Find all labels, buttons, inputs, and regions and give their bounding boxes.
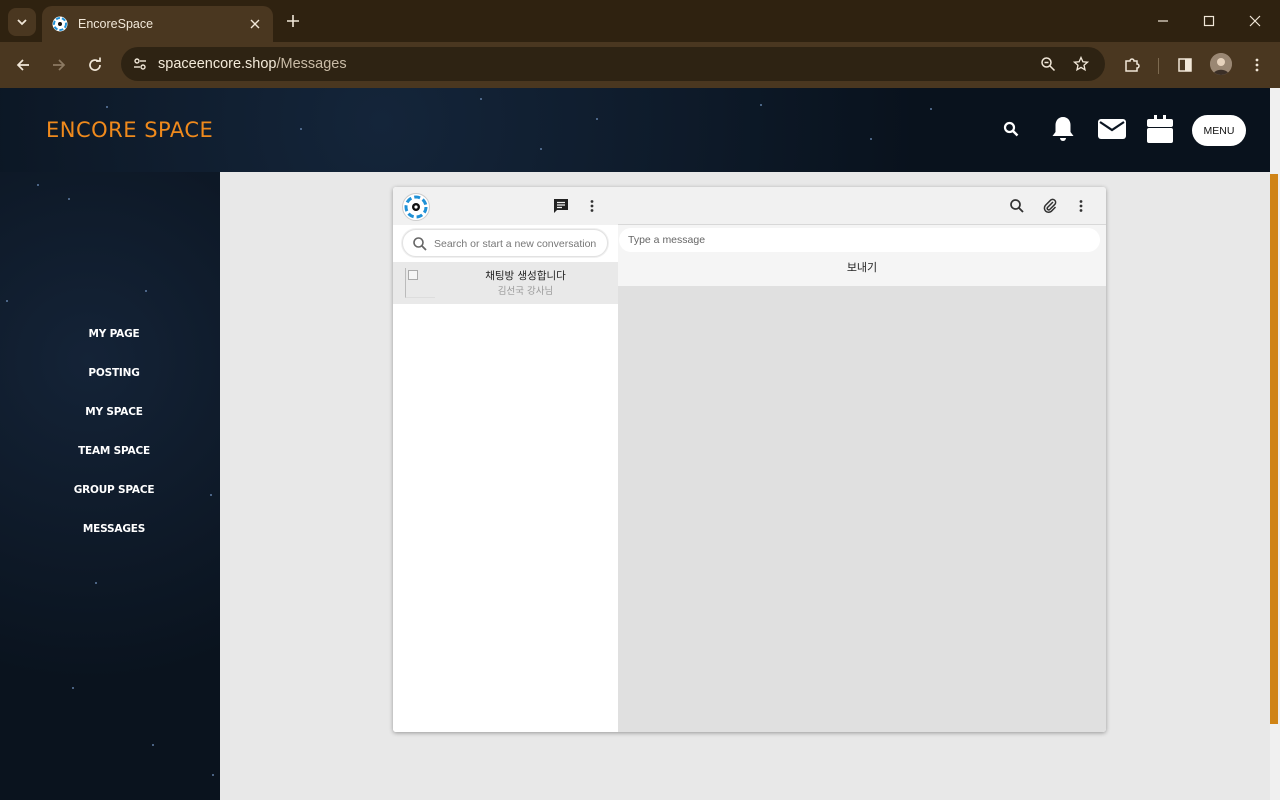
encore-logo-icon bbox=[404, 195, 428, 219]
side-panel-button[interactable] bbox=[1173, 53, 1197, 77]
star-icon bbox=[1073, 56, 1089, 72]
arrow-right-icon bbox=[53, 59, 66, 71]
search-icon bbox=[1010, 199, 1024, 213]
mail-icon bbox=[1098, 119, 1126, 139]
message-panel: 보내기 bbox=[618, 187, 1106, 732]
site-logo[interactable]: ENCORE SPACE bbox=[46, 118, 213, 142]
browser-menu-button[interactable] bbox=[1245, 53, 1269, 77]
send-button[interactable]: 보내기 bbox=[618, 255, 1106, 279]
reload-button[interactable] bbox=[81, 51, 109, 79]
forward-button[interactable] bbox=[45, 51, 73, 79]
arrow-left-icon bbox=[16, 59, 29, 71]
reload-icon bbox=[89, 57, 101, 71]
side-panel-icon bbox=[1178, 58, 1192, 72]
conversation-list-item[interactable]: 채팅방 생성합니다 김선국 강사님 bbox=[393, 262, 618, 304]
conversation-subtitle: 김선국 강사님 bbox=[497, 286, 554, 297]
extensions-button[interactable] bbox=[1120, 53, 1144, 77]
chat-window: 채팅방 생성합니다 김선국 강사님 보내기 bbox=[393, 187, 1106, 732]
message-search-button[interactable] bbox=[1006, 195, 1028, 217]
menu-button[interactable]: MENU bbox=[1192, 115, 1246, 146]
calendar-icon bbox=[1147, 115, 1173, 143]
puzzle-icon bbox=[1125, 58, 1140, 72]
chat-icon bbox=[554, 199, 568, 213]
encore-favicon-icon bbox=[52, 16, 68, 32]
search-icon bbox=[413, 237, 427, 251]
zoom-button[interactable] bbox=[1036, 52, 1060, 76]
sidebar-item-group-space[interactable]: GROUP SPACE bbox=[0, 484, 228, 496]
conversation-search bbox=[402, 229, 608, 257]
paperclip-icon bbox=[1043, 198, 1057, 214]
page-viewport: ENCORE SPACE MENU MY PAGE POSTING MY SPA… bbox=[0, 88, 1280, 800]
site-header: ENCORE SPACE MENU bbox=[0, 88, 1270, 172]
zoom-out-icon bbox=[1041, 57, 1056, 72]
attach-button[interactable] bbox=[1039, 195, 1061, 217]
back-button[interactable] bbox=[9, 51, 37, 79]
browser-tabstrip: EncoreSpace bbox=[0, 0, 1280, 42]
close-tab-icon[interactable] bbox=[247, 16, 263, 32]
profile-avatar[interactable] bbox=[1210, 53, 1232, 75]
url-path: /Messages bbox=[276, 56, 347, 72]
profile-photo-icon bbox=[1210, 53, 1232, 75]
messages-button[interactable] bbox=[1095, 112, 1129, 146]
conversation-panel: 채팅방 생성합니다 김선국 강사님 bbox=[393, 187, 618, 732]
sidebar-item-my-page[interactable]: MY PAGE bbox=[0, 328, 228, 340]
user-avatar[interactable] bbox=[402, 193, 430, 221]
search-icon bbox=[1003, 121, 1019, 137]
notifications-button[interactable] bbox=[1046, 112, 1080, 146]
broken-image-icon bbox=[408, 270, 418, 280]
page-scrollbar-thumb[interactable] bbox=[1270, 174, 1278, 724]
maximize-button[interactable] bbox=[1196, 8, 1222, 34]
more-vert-icon bbox=[590, 200, 594, 212]
url-domain: spaceencore.shop bbox=[158, 56, 277, 72]
minimize-icon bbox=[1158, 20, 1168, 22]
more-vert-icon bbox=[1255, 58, 1259, 72]
sidebar-item-my-space[interactable]: MY SPACE bbox=[0, 406, 228, 418]
chevron-down-icon bbox=[17, 19, 27, 26]
plus-icon bbox=[287, 15, 299, 27]
bookmark-button[interactable] bbox=[1069, 52, 1093, 76]
conversation-avatar bbox=[405, 268, 435, 298]
tune-icon bbox=[134, 58, 146, 70]
tab-title: EncoreSpace bbox=[78, 17, 154, 31]
conversation-title: 채팅방 생성합니다 bbox=[485, 270, 566, 282]
sidebar-item-posting[interactable]: POSTING bbox=[0, 367, 228, 379]
message-input[interactable] bbox=[619, 228, 1100, 252]
sidebar-item-team-space[interactable]: TEAM SPACE bbox=[0, 445, 228, 457]
url-text: spaceencore.shop/Messages bbox=[158, 56, 347, 72]
maximize-icon bbox=[1203, 15, 1215, 27]
conversation-panel-header bbox=[393, 187, 618, 225]
sidebar-item-messages[interactable]: MESSAGES bbox=[0, 523, 228, 535]
sidebar: MY PAGE POSTING MY SPACE TEAM SPACE GROU… bbox=[0, 172, 220, 800]
close-window-button[interactable] bbox=[1242, 8, 1268, 34]
header-search-button[interactable] bbox=[994, 112, 1028, 146]
conversation-search-input[interactable] bbox=[434, 234, 604, 254]
calendar-button[interactable] bbox=[1143, 112, 1177, 146]
message-compose: 보내기 bbox=[618, 225, 1106, 286]
more-vert-icon bbox=[1079, 200, 1083, 212]
new-chat-button[interactable] bbox=[550, 195, 572, 217]
conversation-menu-button[interactable] bbox=[581, 195, 603, 217]
message-menu-button[interactable] bbox=[1070, 195, 1092, 217]
close-icon bbox=[1249, 15, 1261, 27]
site-info-button[interactable] bbox=[127, 51, 153, 77]
address-bar[interactable]: spaceencore.shop/Messages bbox=[121, 47, 1105, 81]
browser-toolbar: spaceencore.shop/Messages bbox=[0, 42, 1280, 88]
message-panel-header bbox=[618, 187, 1106, 225]
toolbar-separator bbox=[1158, 58, 1159, 74]
tab-search-button[interactable] bbox=[8, 8, 36, 36]
bell-icon bbox=[1052, 117, 1074, 141]
browser-tab[interactable]: EncoreSpace bbox=[42, 6, 273, 42]
minimize-button[interactable] bbox=[1150, 8, 1176, 34]
new-tab-button[interactable] bbox=[282, 10, 304, 32]
